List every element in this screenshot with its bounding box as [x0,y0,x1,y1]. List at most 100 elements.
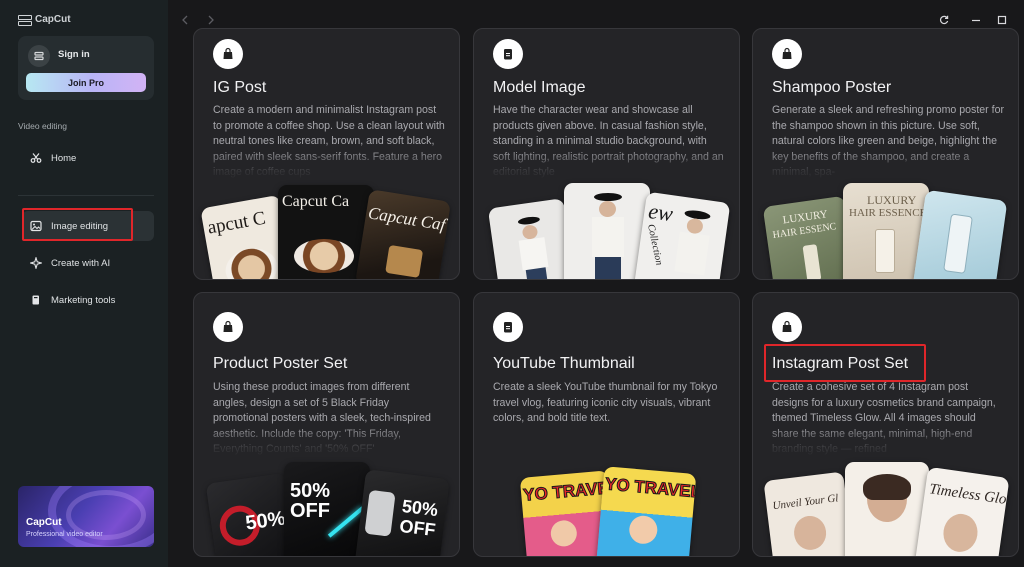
preview-image: Timeless Glow [914,466,1010,556]
sparkle-icon [30,257,42,269]
model-figure [518,237,549,271]
card-description: Using these product images from differen… [213,380,445,458]
minimize-icon [972,19,980,22]
coffee-cup-icon [294,239,354,273]
preview-text: apcut C [205,207,268,239]
capcut-app: CapCut Sign in Join Pro Video editing Ho… [0,0,1024,567]
preview-text: Timeless Glow [928,481,1010,510]
bag-icon [223,320,233,332]
preview-image: ew Collection [633,191,731,279]
brand: CapCut [18,14,71,26]
sidebar-item-create-with-ai[interactable]: Create with AI [22,248,154,278]
capcut-avatar-icon [34,51,44,61]
card-description: Create a sleek YouTube thumbnail for my … [493,381,718,424]
shampoo-bottle-icon [875,229,895,273]
scissors-icon [30,153,42,163]
minimize-button[interactable] [970,14,982,26]
bag-icon [32,295,39,305]
back-button[interactable] [178,13,192,27]
card-preview: ew Collection [474,181,739,279]
model-figure [592,217,624,257]
card-preview: apcut C Capcut Ca Capcut Caf [194,181,459,279]
preview-image [845,462,929,556]
sidebar-item-label: Create with AI [51,257,111,269]
card-description: Generate a sleek and refreshing promo po… [772,103,1004,181]
shampoo-bottle-icon [802,244,822,279]
card-title: Model Image [493,79,586,96]
preview-text: ew [646,198,675,227]
card-icon [772,312,802,342]
person-face [940,511,980,555]
template-card-shampoo-poster[interactable]: Shampoo Poster Generate a sleek and refr… [752,28,1019,280]
refresh-button[interactable] [938,14,950,26]
preview-text: Capcut Ca [282,193,350,210]
preview-text: OFF [398,515,437,541]
hair [863,474,911,500]
card-icon [772,39,802,69]
promo-subtitle: Professional video editor [26,531,103,538]
card-title: Instagram Post Set [772,355,909,372]
card-icon [213,312,243,342]
person-face [549,519,578,548]
bag-icon [782,320,792,332]
forward-button[interactable] [204,13,218,27]
capcut-logo-icon [18,14,32,26]
sidebar-item-home[interactable]: Home [22,143,154,173]
model-figure [674,231,710,276]
sidebar-divider [18,195,154,196]
hat-icon [594,193,622,201]
sidebar-item-label: Image editing [51,220,109,232]
preview-image: Unveil Your Gl [763,471,855,556]
preview-text: YO TRAVEL [604,474,697,502]
card-description: Create a modern and minimalist Instagram… [213,103,445,181]
bag-icon [223,47,233,59]
sidebar-item-label: Marketing tools [51,294,116,306]
template-card-youtube-thumbnail[interactable]: YouTube Thumbnail Create a sleek YouTube… [473,292,740,557]
bag-icon [782,47,792,59]
sign-in-link[interactable]: Sign in [58,49,90,60]
preview-image [487,198,577,279]
coffee-cup-icon [222,244,281,279]
card-title: IG Post [213,79,267,96]
refresh-icon [939,15,949,25]
preview-text: HAIR ESSENCE [849,207,927,219]
join-pro-button[interactable]: Join Pro [26,73,146,92]
promo-banner[interactable]: CapCut Professional video editor [18,486,154,547]
card-title: Product Poster Set [213,355,348,372]
preview-text: LUXURY [867,193,917,207]
template-card-model-image[interactable]: Model Image Have the character wear and … [473,28,740,280]
document-icon [504,322,512,333]
maximize-button[interactable] [996,14,1008,26]
model-figure [599,201,616,217]
preview-image: YO TRAVEL [595,466,697,556]
document-icon [504,49,512,60]
card-icon [213,39,243,69]
sidebar-item-label: Home [51,152,77,164]
template-card-product-poster-set[interactable]: Product Poster Set Using these product i… [193,292,460,557]
sidebar-item-marketing-tools[interactable]: Marketing tools [22,285,154,315]
account-card: Sign in Join Pro [18,36,154,100]
preview-image: 50% OFF [354,469,450,556]
brand-name: CapCut [35,14,71,25]
card-preview: LUXURY HAIR ESSENC LUXURY HAIR ESSENCE [753,181,1018,279]
preview-image [912,189,1008,279]
card-description: Create a cohesive set of 4 Instagram pos… [772,380,1004,458]
template-card-ig-post[interactable]: IG Post Create a modern and minimalist I… [193,28,460,280]
preview-text: 50% [244,507,287,535]
preview-text: HAIR ESSENC [772,221,838,241]
coffee-pot-icon [385,244,424,278]
sidebar-item-image-editing[interactable]: Image editing [22,211,154,241]
preview-text: OFF [290,500,330,522]
card-preview: YO TRAVEL YO TRAVEL [474,460,739,556]
template-card-instagram-post-set[interactable]: Instagram Post Set Create a cohesive set… [752,292,1019,557]
card-icon [493,312,523,342]
promo-title: CapCut [26,517,62,528]
card-preview: Unveil Your Gl Timeless Glow [753,460,1018,556]
card-title: YouTube Thumbnail [493,355,635,372]
model-figure [595,257,621,279]
chevron-left-icon [182,15,188,25]
model-figure [525,267,549,279]
person-face [628,514,659,545]
sidebar: CapCut Sign in Join Pro Video editing Ho… [0,0,168,567]
avatar[interactable] [28,45,50,67]
